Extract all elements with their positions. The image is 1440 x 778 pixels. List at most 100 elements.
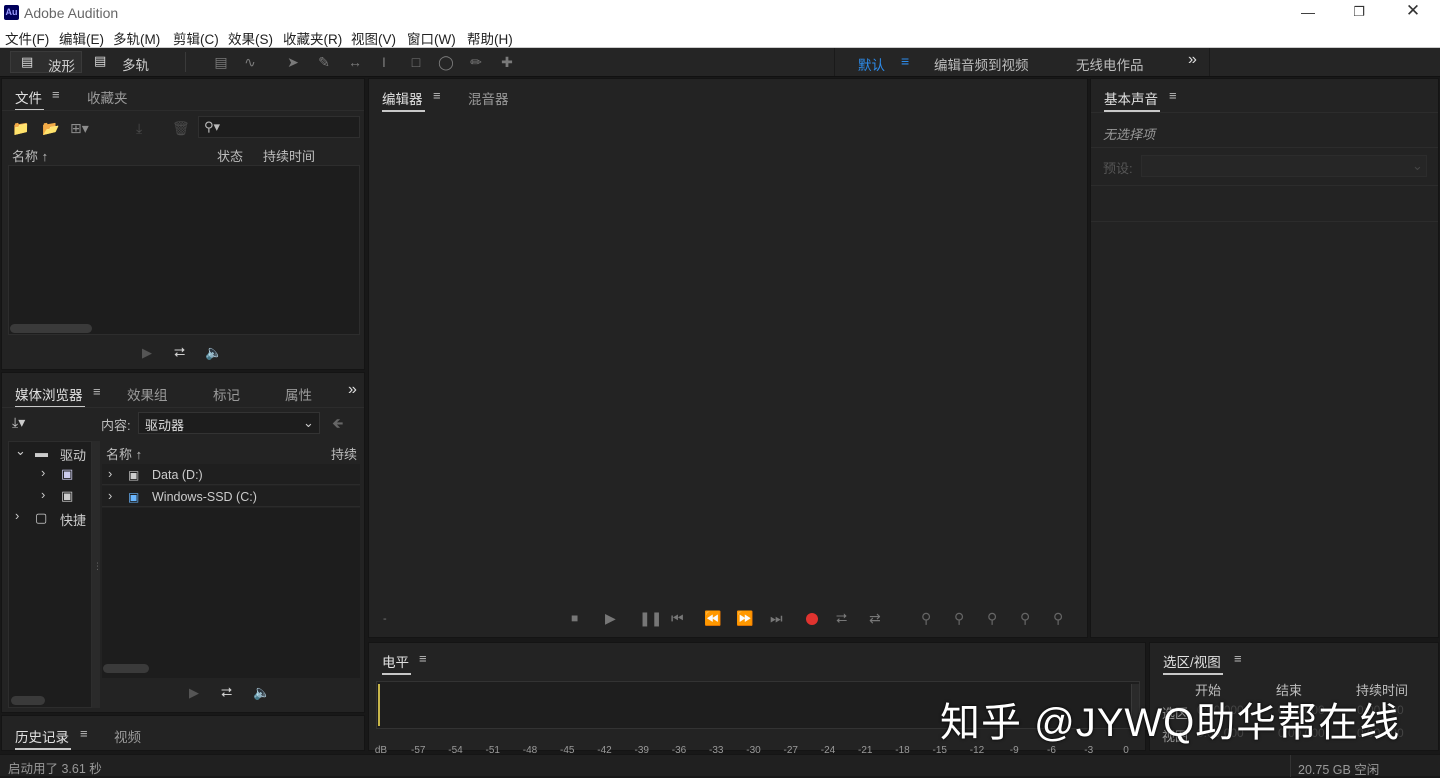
import-drive-icon[interactable]: ⤓▾ (12, 414, 25, 430)
content-dropdown[interactable]: 驱动器 ⌄ (138, 412, 320, 434)
spot-healing-icon[interactable]: ✚ (496, 53, 518, 71)
column-duration[interactable]: 持续时间 (263, 146, 315, 165)
tree-shortcuts-label[interactable]: 快捷 (60, 510, 86, 529)
menu-view[interactable]: 视图(V) (351, 28, 396, 48)
zoom-in-amplitude-icon[interactable]: ⚲ (921, 610, 931, 626)
loop-icon[interactable]: ⮂ (174, 344, 185, 360)
insert-into-multitrack-icon[interactable]: ⤓ (136, 120, 142, 136)
import-file-icon[interactable]: 📂 (42, 120, 59, 136)
open-file-icon[interactable]: 📁 (12, 120, 29, 136)
skip-to-start-icon[interactable]: ⏮ (671, 610, 684, 626)
essential-sound-title[interactable]: 基本声音 (1104, 88, 1160, 112)
multitrack-button[interactable]: ▤ 多轨 (86, 51, 158, 73)
move-tool-icon[interactable]: ➤ (282, 53, 304, 71)
tab-editor[interactable]: 编辑器 (382, 88, 424, 112)
tree-scrollbar[interactable] (11, 696, 45, 705)
media-column-duration[interactable]: 持续 (331, 444, 357, 463)
lasso-tool-icon[interactable]: ◯ (435, 53, 457, 71)
stop-icon[interactable]: ■ (571, 610, 578, 626)
editor-menu-icon[interactable]: ≡ (433, 88, 441, 103)
razor-tool-icon[interactable]: ✎ (313, 53, 335, 71)
loop-playback-icon[interactable]: ⮂ (836, 610, 847, 626)
splitter-handle[interactable]: ⋮ (92, 441, 102, 708)
autoplay-speaker-icon[interactable]: 🔈 (253, 684, 270, 700)
menu-effects[interactable]: 效果(S) (228, 28, 273, 48)
marquee-tool-icon[interactable]: □ (405, 53, 427, 71)
time-selection-tool-icon[interactable]: I (373, 53, 395, 71)
file-list[interactable] (8, 165, 360, 335)
menu-favorites[interactable]: 收藏夹(R) (283, 28, 342, 48)
record-icon[interactable] (806, 613, 818, 625)
zoom-in-time-icon[interactable]: ⚲ (987, 610, 997, 626)
back-arrow-icon[interactable]: 🡸 (332, 415, 343, 431)
tree-child-expand-icon[interactable]: › (41, 487, 45, 502)
tab-files[interactable]: 文件 (15, 87, 44, 111)
media-menu-icon[interactable]: ≡ (93, 384, 101, 399)
zoom-out-full-icon[interactable]: ⚲ (1053, 610, 1063, 626)
tab-media-browser[interactable]: 媒体浏览器 (15, 384, 84, 408)
history-menu-icon[interactable]: ≡ (80, 726, 88, 741)
list-item[interactable]: › ▣ Windows-SSD (C:) (102, 486, 360, 507)
menu-edit[interactable]: 编辑(E) (59, 28, 104, 48)
media-list-scrollbar[interactable] (103, 664, 149, 673)
workspace-overflow-icon[interactable]: » (1188, 51, 1197, 69)
autoplay-speaker-icon[interactable]: 🔈 (205, 344, 222, 360)
level-menu-icon[interactable]: ≡ (419, 651, 427, 666)
slip-tool-icon[interactable]: ↔ (344, 53, 366, 71)
files-menu-icon[interactable]: ≡ (52, 87, 60, 102)
row-expand-icon[interactable]: › (108, 488, 112, 503)
tree-expand-icon[interactable]: › (15, 508, 19, 523)
spectral-display-icon[interactable]: ▤ (210, 53, 232, 71)
media-column-name[interactable]: 名称 ↑ (106, 444, 142, 463)
menu-multitrack[interactable]: 多轨(M) (113, 28, 160, 48)
menu-window[interactable]: 窗口(W) (407, 28, 456, 48)
tree-drives-label[interactable]: 驱动 (60, 445, 86, 464)
loop-icon[interactable]: ⮂ (221, 684, 232, 700)
play-icon[interactable]: ▶ (189, 685, 199, 701)
selection-view-menu-icon[interactable]: ≡ (1234, 651, 1242, 666)
tab-history[interactable]: 历史记录 (15, 726, 71, 750)
skip-to-end-icon[interactable]: ⏭ (770, 610, 783, 626)
tab-effects-rack[interactable]: 效果组 (127, 384, 168, 404)
search-field[interactable]: ⚲▾ (198, 116, 360, 138)
fast-forward-icon[interactable]: ⏩ (736, 610, 753, 626)
list-item[interactable]: › ▣ Data (D:) (102, 464, 360, 485)
column-name[interactable]: 名称 ↑ (12, 146, 48, 165)
workspace-edit-audio-to-video[interactable]: 编辑音频到视频 (934, 54, 1029, 74)
column-status[interactable]: 状态 (217, 146, 243, 165)
tab-favorites[interactable]: 收藏夹 (87, 87, 128, 107)
essential-sound-menu-icon[interactable]: ≡ (1169, 88, 1177, 103)
zoom-out-amplitude-icon[interactable]: ⚲ (954, 610, 964, 626)
menu-help[interactable]: 帮助(H) (467, 28, 513, 48)
preset-dropdown[interactable]: ⌄ (1141, 155, 1427, 177)
minimize-icon[interactable]: — (1299, 4, 1317, 20)
tab-mixer[interactable]: 混音器 (468, 88, 509, 108)
brush-tool-icon[interactable]: ✏ (465, 53, 487, 71)
pause-icon[interactable]: ❚❚ (639, 610, 662, 626)
restore-icon[interactable]: ❐ (1350, 4, 1368, 20)
tree-expand-icon[interactable]: ⌄ (15, 443, 26, 459)
tab-properties[interactable]: 属性 (285, 384, 312, 404)
rewind-icon[interactable]: ⏪ (704, 610, 721, 626)
level-title[interactable]: 电平 (382, 651, 411, 675)
row-expand-icon[interactable]: › (108, 466, 112, 481)
panel-overflow-icon[interactable]: » (348, 381, 357, 399)
skip-selection-icon[interactable]: ⇄ (869, 610, 881, 626)
menu-file[interactable]: 文件(F) (5, 28, 49, 48)
pitch-display-icon[interactable]: ∿ (239, 53, 261, 71)
tab-video[interactable]: 视频 (114, 726, 141, 746)
menu-clip[interactable]: 剪辑(C) (173, 28, 219, 48)
tab-markers[interactable]: 标记 (213, 384, 240, 404)
workspace-default[interactable]: 默认 (858, 54, 885, 74)
folder-tree[interactable]: ⌄ ▬ 驱动 › ▣ › ▣ › ▢ 快捷 (8, 441, 92, 708)
new-file-icon[interactable]: ⊞▾ (70, 120, 89, 136)
delete-icon[interactable]: 🗑 (172, 120, 190, 136)
waveform-button[interactable]: ▤ 波形 (10, 51, 82, 74)
file-list-scrollbar[interactable] (10, 324, 92, 333)
zoom-out-time-icon[interactable]: ⚲ (1020, 610, 1030, 626)
workspace-menu-icon[interactable]: ≡ (901, 53, 909, 69)
selection-view-title[interactable]: 选区/视图 (1163, 651, 1223, 675)
play-icon[interactable]: ▶ (605, 610, 616, 626)
workspace-radio-production[interactable]: 无线电作品 (1076, 54, 1144, 74)
play-icon[interactable]: ▶ (142, 345, 152, 361)
